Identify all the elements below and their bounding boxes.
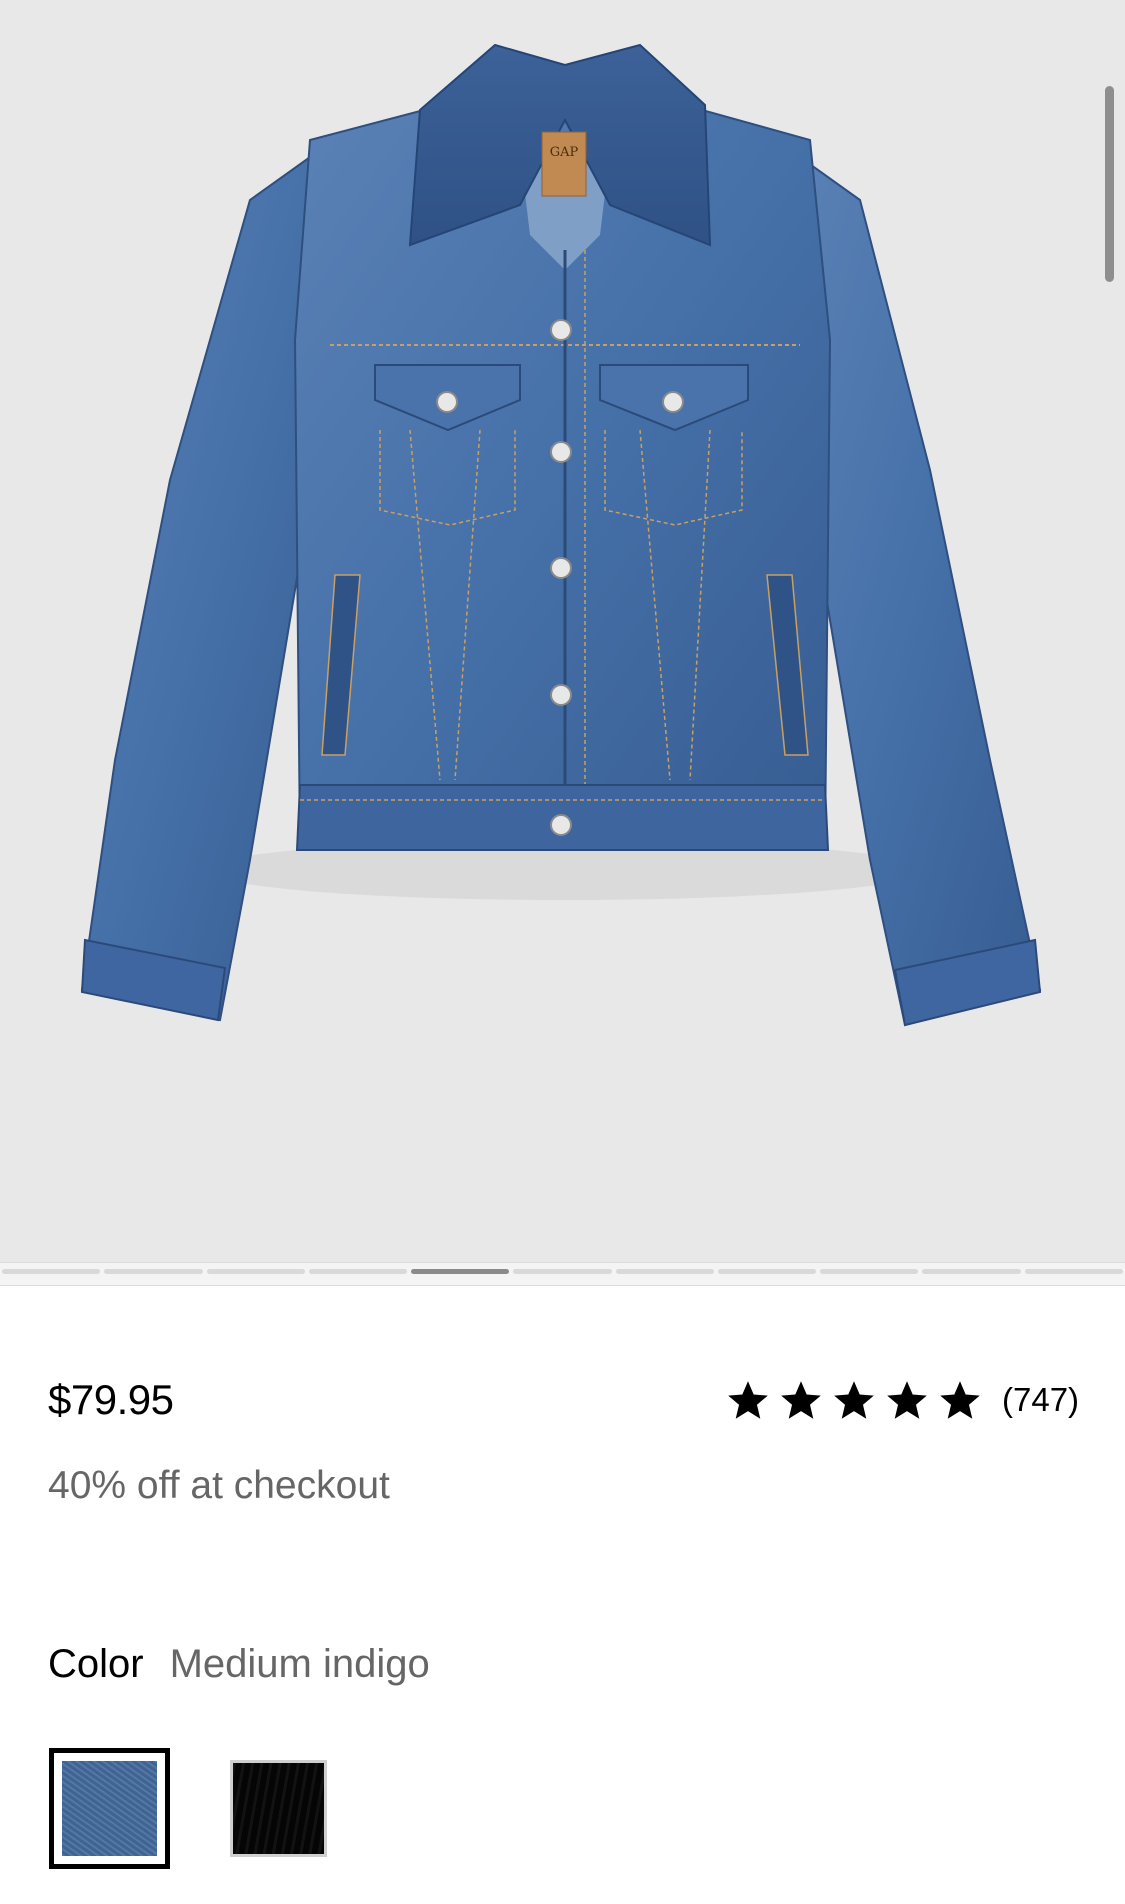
star-icon: [781, 1381, 821, 1419]
carousel-dot[interactable]: [2, 1269, 101, 1274]
carousel-dot[interactable]: [206, 1269, 305, 1274]
product-price: $79.95: [48, 1376, 174, 1423]
star-icon: [834, 1381, 874, 1419]
product-image[interactable]: GAP: [0, 0, 1125, 1262]
carousel-dot[interactable]: [820, 1269, 919, 1274]
promo-text: 40% off at checkout: [48, 1464, 390, 1507]
star-icon: [940, 1381, 980, 1419]
color-label: Color: [48, 1642, 144, 1686]
vertical-scrollbar[interactable]: [1105, 86, 1114, 282]
carousel-dot[interactable]: [104, 1269, 203, 1274]
brand-tag-text: GAP: [550, 145, 579, 160]
carousel-dot[interactable]: [1024, 1269, 1123, 1274]
denim-jacket-image: GAP: [80, 43, 1042, 1027]
rating-stars: [726, 1378, 982, 1422]
rating-summary[interactable]: (747): [726, 1372, 1079, 1428]
review-count: (747): [1002, 1381, 1080, 1418]
carousel-dot[interactable]: [922, 1269, 1021, 1274]
carousel-dot[interactable]: [717, 1269, 817, 1274]
carousel-dot-active[interactable]: [411, 1269, 510, 1274]
color-selector-header: Color Medium indigo: [48, 1640, 430, 1688]
selected-color-name: Medium indigo: [169, 1642, 430, 1686]
carousel-dot[interactable]: [308, 1269, 408, 1274]
swatch-fill: [233, 1763, 324, 1854]
color-swatch-medium-indigo[interactable]: [49, 1748, 170, 1869]
image-carousel-indicator[interactable]: [0, 1262, 1125, 1286]
carousel-dot[interactable]: [615, 1269, 714, 1274]
swatch-fill: [62, 1761, 157, 1856]
star-icon: [728, 1381, 768, 1419]
star-icon: [887, 1381, 927, 1419]
color-swatch-black[interactable]: [230, 1760, 327, 1857]
carousel-dot[interactable]: [513, 1269, 612, 1274]
